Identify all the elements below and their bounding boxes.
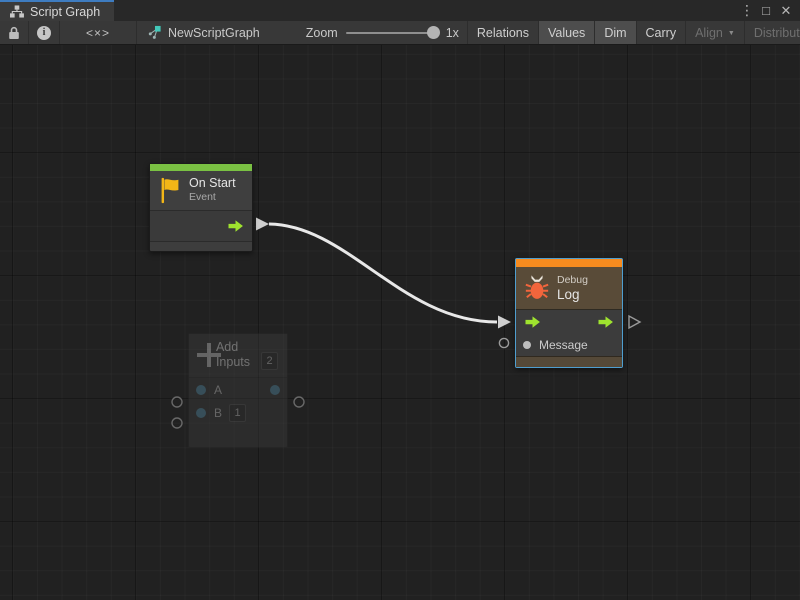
debug-message-port-circle[interactable]: [499, 338, 508, 347]
add-input-a-port-circle[interactable]: [172, 397, 182, 407]
node-type-label: Event: [189, 191, 236, 204]
distribute-label: Distribute: [754, 26, 800, 40]
node-title: On Start: [189, 176, 236, 191]
input-b-value-field[interactable]: 1: [229, 404, 246, 422]
flow-port-row: [516, 310, 622, 333]
align-dropdown[interactable]: Align ▼: [685, 21, 744, 44]
node-header: Debug Log: [516, 267, 622, 310]
lock-button[interactable]: [0, 21, 29, 44]
message-port-dot[interactable]: [523, 341, 531, 349]
node-header: On Start Event: [150, 171, 252, 211]
add-input-b-port-circle[interactable]: [172, 418, 182, 428]
inspect-button[interactable]: i: [29, 21, 60, 44]
input-a-label: A: [214, 383, 222, 397]
toolbar-toggle-group: Relations Values Dim Carry Align ▼ Distri…: [467, 21, 800, 44]
debug-input-port-triangle[interactable]: [498, 316, 511, 329]
flow-output-arrow-icon[interactable]: [226, 219, 245, 233]
edit-source-button[interactable]: <×>: [60, 21, 137, 44]
align-label: Align: [695, 26, 723, 40]
node-title: Log: [557, 287, 588, 302]
message-port-label: Message: [539, 338, 588, 352]
graph-name: NewScriptGraph: [168, 26, 260, 40]
zoom-value: 1x: [446, 26, 459, 40]
input-a-dot[interactable]: [196, 385, 206, 395]
node-add-ghost[interactable]: Add Inputs 2 A B 1: [188, 333, 288, 448]
graph-hierarchy-icon: [9, 5, 24, 18]
dim-label: Dim: [604, 26, 626, 40]
dim-button[interactable]: Dim: [594, 21, 635, 44]
node-body: Message: [516, 310, 622, 356]
graph-toolbar: i <×> NewScriptGraph Zoom 1x Relations V…: [0, 21, 800, 45]
message-port-row: Message: [516, 333, 622, 356]
distribute-dropdown[interactable]: Distribute▼: [744, 21, 800, 44]
zoom-control: Zoom 1x: [298, 21, 467, 44]
plus-icon: [197, 343, 209, 367]
code-icon: <×>: [86, 26, 110, 40]
zoom-slider[interactable]: [346, 32, 438, 34]
values-label: Values: [548, 26, 585, 40]
zoom-slider-knob[interactable]: [427, 26, 440, 39]
zoom-label: Zoom: [306, 26, 338, 40]
breadcrumb[interactable]: NewScriptGraph: [137, 21, 270, 44]
relations-label: Relations: [477, 26, 529, 40]
graph-canvas[interactable]: On Start Event Debug: [0, 45, 800, 600]
flow-output-arrow-icon[interactable]: [596, 315, 615, 329]
debug-output-port-triangle[interactable]: [629, 316, 640, 328]
window-controls: ⋮ □ ✕: [740, 0, 800, 21]
lock-icon: [8, 26, 20, 40]
info-icon: i: [37, 26, 51, 40]
input-count-field[interactable]: 2: [261, 352, 278, 370]
values-button[interactable]: Values: [538, 21, 594, 44]
node-debug-log[interactable]: Debug Log Message: [515, 258, 623, 368]
connection-layer: [0, 45, 800, 600]
node-on-start[interactable]: On Start Event: [149, 163, 253, 252]
debug-accent-strip: [516, 259, 622, 267]
node-subtitle: Inputs: [216, 355, 250, 370]
onstart-output-port-triangle[interactable]: [256, 218, 269, 231]
carry-label: Carry: [646, 26, 677, 40]
node-group-label: Debug: [557, 274, 588, 287]
close-icon[interactable]: ✕: [778, 1, 794, 20]
node-footer: [516, 356, 622, 367]
relations-button[interactable]: Relations: [467, 21, 538, 44]
script-graph-window: Script Graph ⋮ □ ✕ i <×> NewScriptGraph …: [0, 0, 800, 600]
flow-cable[interactable]: [269, 224, 497, 322]
port-row-b: B 1: [189, 401, 287, 424]
bug-icon: [524, 274, 550, 301]
port-row-a: A: [189, 378, 287, 401]
flow-input-arrow-icon[interactable]: [523, 315, 542, 329]
input-b-label: B: [214, 406, 222, 420]
node-body: A B 1: [189, 378, 287, 424]
script-graph-asset-icon: [147, 25, 162, 40]
input-b-dot[interactable]: [196, 408, 206, 418]
tab-script-graph[interactable]: Script Graph: [0, 0, 114, 21]
node-title: Add: [216, 340, 250, 355]
node-footer: [150, 241, 252, 250]
chevron-down-icon: ▼: [728, 30, 735, 37]
maximize-icon[interactable]: □: [758, 1, 774, 20]
add-output-port-circle[interactable]: [294, 397, 304, 407]
node-header: Add Inputs 2: [189, 334, 287, 378]
node-body: [150, 211, 252, 241]
window-menu-icon[interactable]: ⋮: [740, 1, 754, 20]
event-accent-strip: [150, 164, 252, 171]
flag-icon: [158, 176, 182, 204]
tab-title: Script Graph: [30, 5, 100, 19]
carry-button[interactable]: Carry: [636, 21, 686, 44]
tab-bar: Script Graph ⋮ □ ✕: [0, 0, 800, 21]
output-dot[interactable]: [270, 385, 280, 395]
